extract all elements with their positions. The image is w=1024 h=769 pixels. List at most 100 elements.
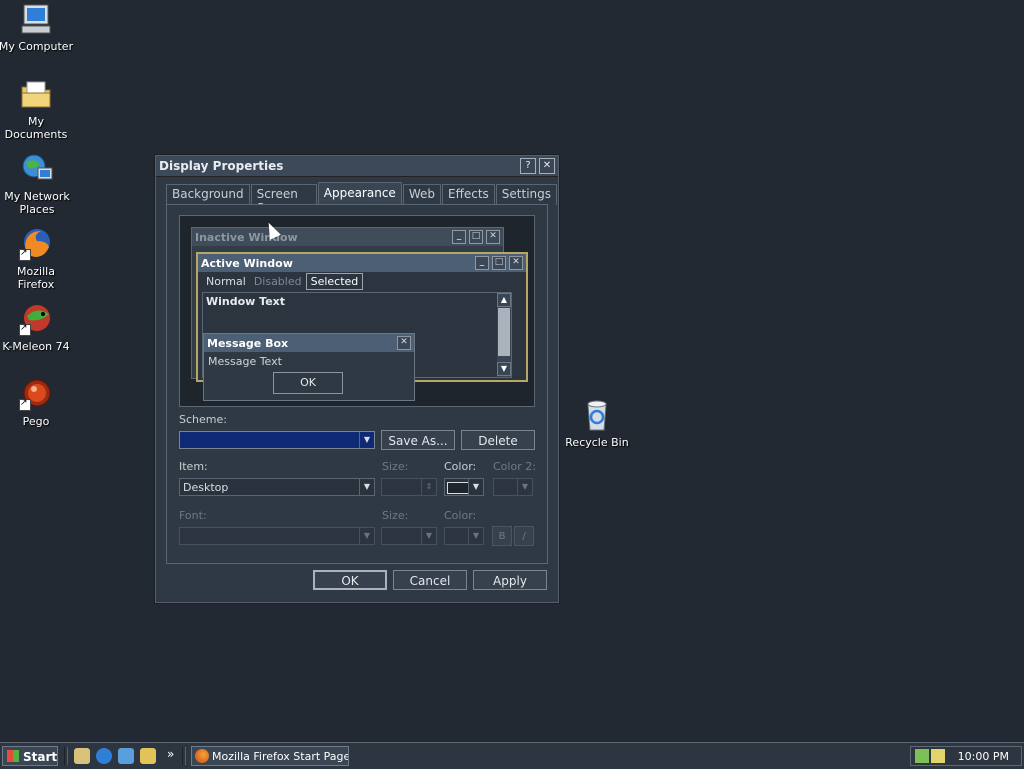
- minimize-icon: _: [452, 230, 466, 244]
- font-color-label: Color:: [444, 509, 477, 522]
- desktop-icon-my-network-places[interactable]: My Network Places: [0, 152, 76, 216]
- close-icon: ✕: [397, 336, 411, 350]
- desktop-icon-mozilla-firefox[interactable]: Mozilla Firefox: [0, 227, 74, 291]
- dialog-titlebar[interactable]: Display Properties ? ✕: [156, 156, 558, 177]
- maximize-icon: □: [492, 256, 506, 270]
- desktop-icon-k-meleon[interactable]: K-Meleon 74: [0, 302, 74, 353]
- scroll-thumb[interactable]: [498, 308, 510, 356]
- save-as-button[interactable]: Save As...: [381, 430, 455, 450]
- start-label: Start: [23, 750, 58, 764]
- tab-appearance[interactable]: Appearance: [317, 182, 402, 206]
- font-size-label: Size:: [382, 509, 409, 522]
- shortcut-arrow-icon: [19, 397, 31, 411]
- show-desktop-icon[interactable]: [74, 748, 90, 764]
- preview-active-title: Active Window: [201, 256, 293, 270]
- desktop-icon-label: My Network Places: [4, 190, 70, 216]
- close-icon: ✕: [509, 256, 523, 270]
- preview-msgbox-ok-button[interactable]: OK: [273, 372, 343, 394]
- clock[interactable]: 10:00 PM: [958, 750, 1009, 763]
- item-label: Item:: [179, 460, 208, 473]
- chevron-down-icon: ▼: [517, 479, 532, 495]
- network-tray-icon[interactable]: [915, 749, 929, 763]
- outlook-express-icon[interactable]: [118, 748, 134, 764]
- quicklaunch-chevron-icon[interactable]: »: [167, 747, 174, 761]
- delete-button[interactable]: Delete: [461, 430, 535, 450]
- font-size-select: ▼: [381, 527, 437, 545]
- tab-background[interactable]: Background: [166, 184, 250, 205]
- tab-effects[interactable]: Effects: [441, 184, 495, 205]
- desktop-icon-label: My Documents: [4, 115, 68, 141]
- italic-button: /: [514, 526, 534, 546]
- item-color-label: Color:: [444, 460, 477, 473]
- preview-menu-selected[interactable]: Selected: [305, 272, 364, 290]
- desktop-icon-pego[interactable]: Pego: [0, 377, 74, 428]
- security-tray-icon[interactable]: [931, 749, 945, 763]
- color-swatch: [447, 482, 469, 494]
- tab-screen-saver[interactable]: Screen Saver: [250, 184, 317, 215]
- desktop-icon-my-computer[interactable]: My Computer: [0, 2, 74, 53]
- preview-scrollbar[interactable]: ▲ ▼: [497, 293, 511, 377]
- scheme-select[interactable]: ▼: [179, 431, 375, 449]
- taskbar-separator: [182, 747, 186, 765]
- windows-logo-icon: [7, 750, 19, 762]
- taskbar: Start » Mozilla Firefox Start Page... 10…: [0, 742, 1024, 769]
- dialog-title: Display Properties: [159, 159, 284, 173]
- apply-button[interactable]: Apply: [473, 570, 547, 590]
- item-color2-label: Color 2:: [493, 460, 536, 473]
- taskbar-item-label: Mozilla Firefox Start Page...: [212, 750, 349, 763]
- chevron-down-icon: ▼: [359, 528, 374, 544]
- scroll-down-icon[interactable]: ▼: [497, 362, 511, 376]
- desktop-icon-label: K-Meleon 74: [2, 340, 70, 353]
- system-tray: 10:00 PM: [910, 746, 1022, 766]
- shortcut-arrow-icon: [19, 322, 31, 336]
- item-select[interactable]: Desktop ▼: [179, 478, 375, 496]
- taskbar-item-firefox[interactable]: Mozilla Firefox Start Page...: [191, 746, 349, 766]
- tab-settings[interactable]: Settings: [495, 184, 557, 205]
- appearance-preview[interactable]: Inactive Window _ □ ✕ Active Window _ □ …: [179, 215, 535, 407]
- preview-message-box[interactable]: Message Box ✕ Message Text OK: [203, 333, 415, 401]
- chevron-down-icon: ▼: [468, 528, 483, 544]
- desktop-icon-label: My Computer: [0, 40, 74, 53]
- cancel-button[interactable]: Cancel: [393, 570, 467, 590]
- preview-menubar: Normal Disabled Selected: [198, 272, 526, 290]
- chevron-down-icon[interactable]: ▼: [359, 479, 374, 495]
- folder-icon: [19, 77, 53, 111]
- explorer-search-icon[interactable]: [140, 748, 156, 764]
- help-button[interactable]: ?: [520, 158, 536, 174]
- close-icon: ✕: [486, 230, 500, 244]
- maximize-icon: □: [469, 230, 483, 244]
- preview-inactive-title: Inactive Window: [195, 230, 298, 244]
- item-size-spinner: ⇕: [381, 478, 437, 496]
- item-color-picker[interactable]: ▼: [444, 478, 484, 496]
- firefox-icon: [195, 749, 209, 763]
- bold-button: B: [492, 526, 512, 546]
- ok-button[interactable]: OK: [313, 570, 387, 590]
- start-button[interactable]: Start: [2, 746, 58, 766]
- desktop-icon-label: Mozilla Firefox: [17, 265, 55, 291]
- scroll-up-icon[interactable]: ▲: [497, 293, 511, 307]
- chevron-down-icon[interactable]: ▼: [468, 479, 483, 495]
- item-size-label: Size:: [382, 460, 409, 473]
- preview-menu-disabled[interactable]: Disabled: [250, 274, 306, 289]
- tab-strip: Background Screen Saver Appearance Web E…: [166, 182, 558, 215]
- desktop-icon-my-documents[interactable]: My Documents: [0, 77, 74, 141]
- item-value: Desktop: [183, 481, 229, 494]
- item-color2-picker: ▼: [493, 478, 533, 496]
- preview-msgbox-text: Message Text: [208, 355, 282, 368]
- minimize-icon: _: [475, 256, 489, 270]
- chevron-down-icon[interactable]: ▼: [359, 432, 374, 448]
- recycle-bin-icon: [580, 398, 614, 432]
- close-button[interactable]: ✕: [539, 158, 555, 174]
- desktop-icon-label: Recycle Bin: [565, 436, 629, 449]
- taskbar-separator: [64, 747, 68, 765]
- preview-menu-normal[interactable]: Normal: [202, 274, 250, 289]
- internet-explorer-icon[interactable]: [96, 748, 112, 764]
- preview-msgbox-title: Message Box: [207, 336, 289, 350]
- desktop-icon-recycle-bin[interactable]: Recycle Bin: [559, 398, 635, 449]
- tab-web[interactable]: Web: [402, 184, 441, 205]
- shortcut-arrow-icon: [19, 247, 31, 261]
- chevron-down-icon: ▼: [421, 528, 436, 544]
- appearance-panel: Inactive Window _ □ ✕ Active Window _ □ …: [166, 204, 548, 564]
- k-meleon-icon: [19, 302, 53, 336]
- display-properties-dialog: Display Properties ? ✕ Background Screen…: [155, 155, 559, 603]
